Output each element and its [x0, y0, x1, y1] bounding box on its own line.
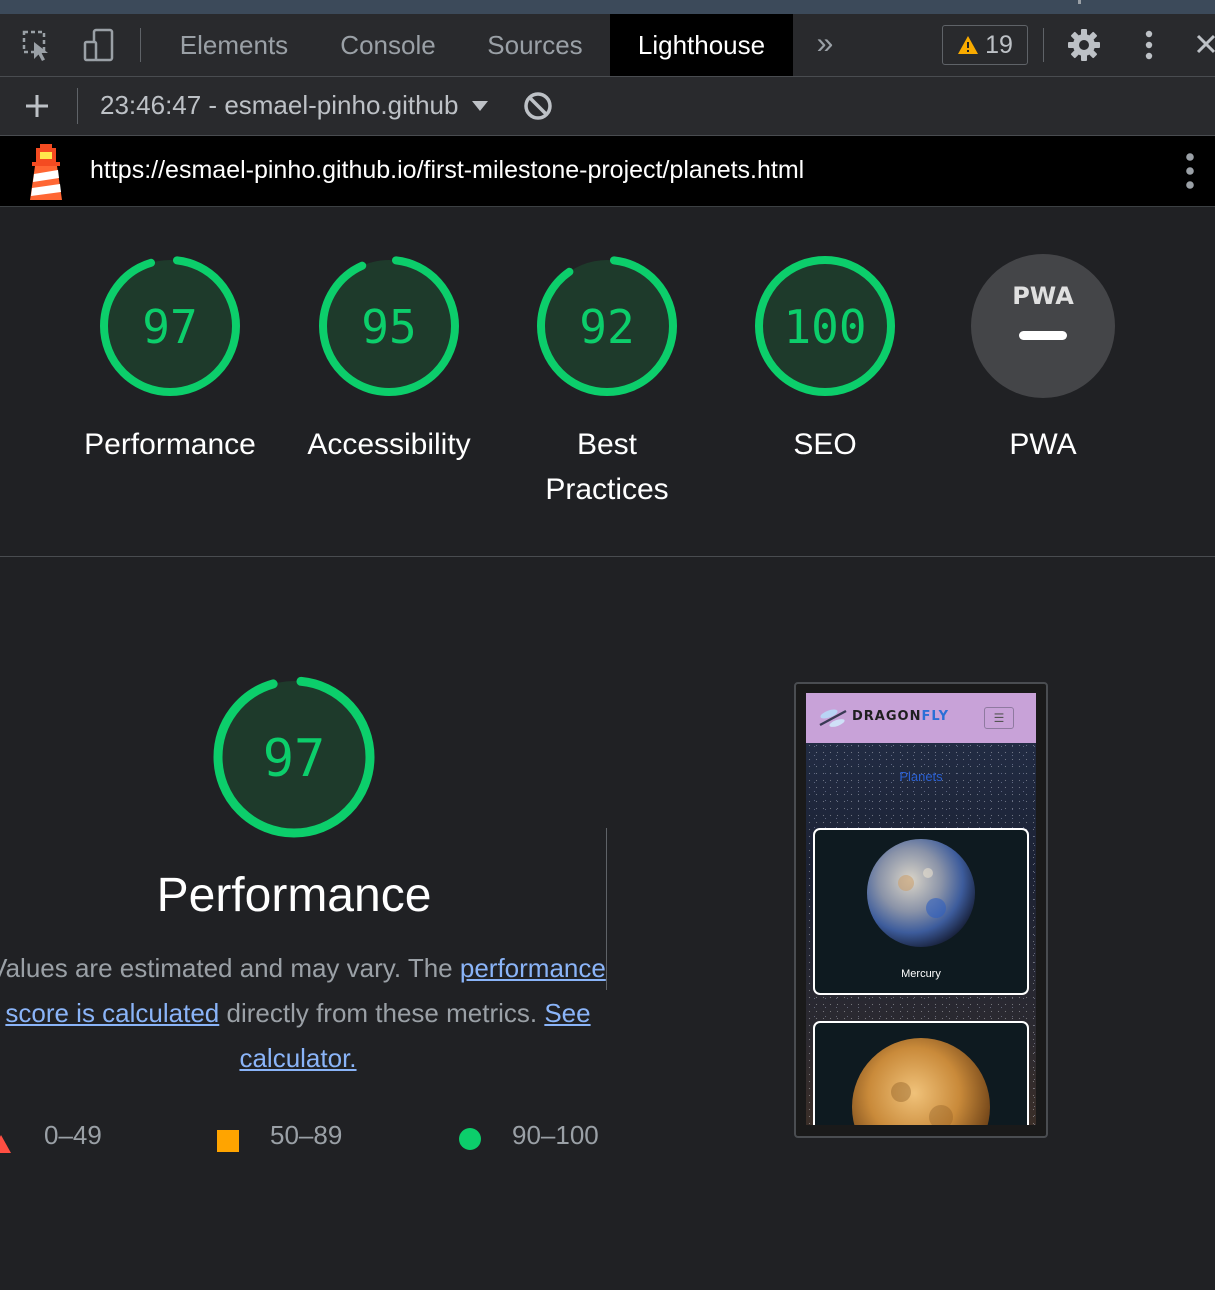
- performance-gauge-large: 97: [212, 675, 376, 839]
- window-top-strip: [0, 0, 1215, 14]
- close-devtools-icon[interactable]: [1190, 26, 1215, 64]
- performance-title: Performance: [156, 869, 432, 922]
- clear-reports-icon[interactable]: [519, 87, 557, 125]
- gauge-performance[interactable]: 97: [98, 254, 242, 398]
- screenshot-brand: DRAGONFLY: [852, 709, 950, 724]
- card-caption: Mercury: [901, 968, 941, 980]
- lighthouse-toolbar: 23:46:47 - esmael-pinho.github: [0, 77, 1215, 136]
- tabbar-separator: [140, 28, 141, 62]
- legend-pass-icon: [458, 1127, 482, 1158]
- gauge-label: PWA: [1009, 428, 1077, 461]
- desc-text: directly from these metrics.: [219, 998, 545, 1028]
- gauge-label: Best Practices: [545, 428, 669, 506]
- planet-card-venus: [813, 1021, 1029, 1125]
- new-report-icon[interactable]: [18, 87, 56, 125]
- gauge-accessibility[interactable]: 95: [317, 254, 461, 398]
- devtools-tabbar: Elements Console Sources Lighthouse » 19: [0, 14, 1215, 77]
- performance-description: Values are estimated and may vary. The p…: [0, 946, 606, 1081]
- window-handle: [1078, 0, 1081, 4]
- planet-card-mercury: Mercury: [813, 828, 1029, 995]
- toolbar-separator: [77, 88, 78, 124]
- final-screenshot[interactable]: DRAGONFLY ☰ Planets Mercury: [794, 682, 1048, 1138]
- legend-average-icon: [217, 1128, 239, 1159]
- tab-sources[interactable]: Sources: [466, 14, 604, 76]
- dragonfly-logo-icon: [819, 709, 847, 727]
- gauge-label: Performance: [84, 428, 256, 461]
- dropdown-arrow-icon[interactable]: [462, 87, 498, 125]
- tab-lighthouse[interactable]: Lighthouse: [610, 14, 793, 76]
- more-tabs-icon[interactable]: »: [808, 26, 842, 62]
- gauge-label: Accessibility: [307, 428, 471, 461]
- legend-fail-icon: [0, 1130, 12, 1161]
- venus-planet-image: [852, 1038, 990, 1125]
- report-url: https://esmael-pinho.github.io/first-mil…: [90, 156, 805, 184]
- pwa-badge-icon: PWA: [1012, 282, 1074, 310]
- gauge-pwa[interactable]: PWA: [971, 254, 1115, 398]
- warnings-badge[interactable]: 19: [942, 25, 1028, 65]
- legend-fail-range: 0–49: [44, 1120, 102, 1150]
- screenshot-page: DRAGONFLY ☰ Planets Mercury: [806, 693, 1036, 1125]
- performance-score: 97: [263, 729, 326, 789]
- warning-count: 19: [985, 30, 1013, 59]
- tab-console[interactable]: Console: [316, 14, 460, 76]
- lighthouse-logo-icon: [26, 144, 66, 200]
- gauge-label: SEO: [793, 428, 857, 461]
- tab-elements[interactable]: Elements: [158, 14, 310, 76]
- section-divider: [0, 556, 1215, 557]
- tabbar-separator: [1043, 28, 1044, 62]
- gauge-score: 92: [579, 300, 634, 354]
- gauge-best-practices[interactable]: 92: [535, 254, 679, 398]
- screenshot-page-title: Planets: [899, 769, 943, 784]
- gauge-score: 95: [361, 300, 416, 354]
- gauge-score: 100: [783, 300, 866, 354]
- inspect-element-icon[interactable]: [18, 26, 56, 64]
- report-url-bar: https://esmael-pinho.github.io/first-mil…: [0, 136, 1215, 207]
- mercury-planet-image: [867, 839, 975, 947]
- screenshot-navbar: DRAGONFLY ☰: [806, 693, 1036, 743]
- hamburger-icon: ☰: [984, 707, 1014, 729]
- gauge-score: 97: [142, 300, 197, 354]
- settings-gear-icon[interactable]: [1065, 26, 1103, 64]
- device-toolbar-icon[interactable]: [80, 26, 118, 64]
- warning-icon: [958, 36, 979, 54]
- more-options-icon[interactable]: [1130, 26, 1168, 64]
- desc-text: Values are estimated and may vary. The: [0, 953, 460, 983]
- gauge-seo[interactable]: 100: [753, 254, 897, 398]
- report-menu-icon[interactable]: [1180, 152, 1200, 190]
- report-select[interactable]: 23:46:47 - esmael-pinho.github: [100, 90, 462, 122]
- legend-pass-range: 90–100: [512, 1120, 599, 1150]
- legend-average-range: 50–89: [270, 1120, 343, 1150]
- performance-divider: [606, 828, 607, 990]
